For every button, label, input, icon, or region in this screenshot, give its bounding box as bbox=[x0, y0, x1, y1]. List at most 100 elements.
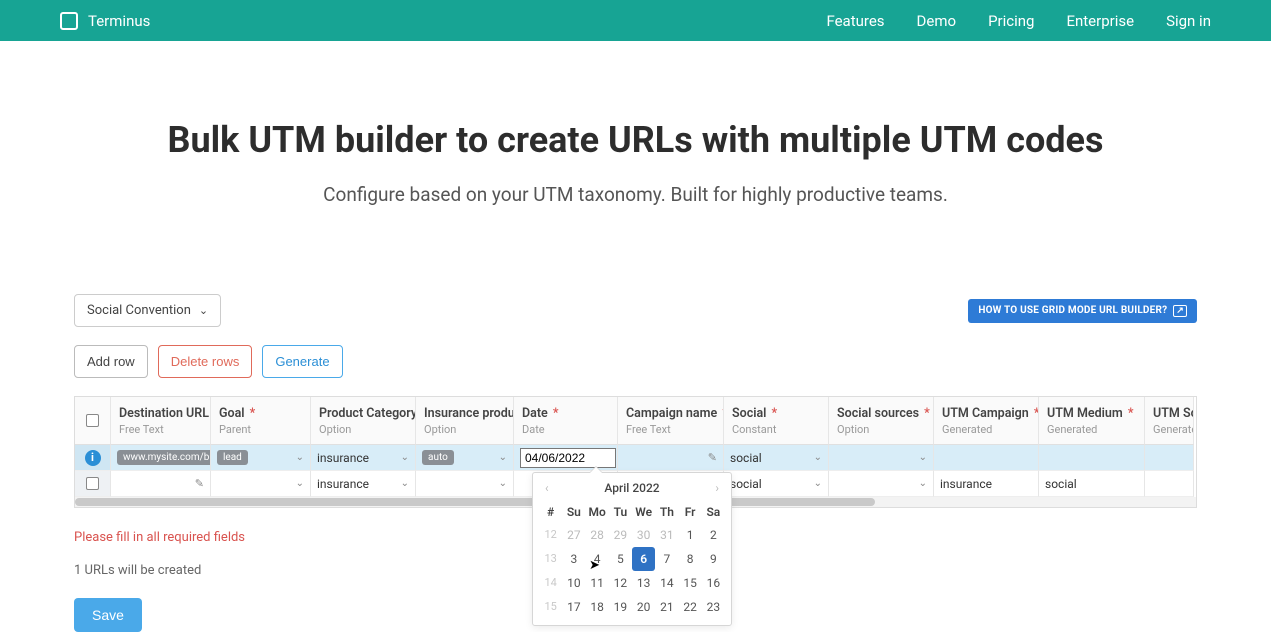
save-button[interactable]: Save bbox=[74, 598, 142, 632]
convention-label: Social Convention bbox=[87, 303, 191, 318]
external-link-icon: ↗ bbox=[1173, 305, 1187, 317]
brand-name: Terminus bbox=[88, 12, 150, 30]
dp-day[interactable]: 14 bbox=[655, 571, 678, 595]
chevron-down-icon: ⌄ bbox=[401, 452, 409, 463]
column-header: Social sources *Option bbox=[829, 397, 934, 445]
grid-cell[interactable]: insurance⌄ bbox=[311, 471, 416, 497]
grid-cell[interactable]: social⌄ bbox=[724, 445, 829, 471]
dp-day[interactable]: 18 bbox=[586, 595, 609, 619]
page-title: Bulk UTM builder to create URLs with mul… bbox=[0, 119, 1271, 161]
nav-link-enterprise[interactable]: Enterprise bbox=[1066, 12, 1134, 30]
dp-day[interactable]: 27 bbox=[562, 523, 585, 547]
scrollbar-thumb[interactable] bbox=[75, 498, 875, 506]
dp-day[interactable]: 19 bbox=[609, 595, 632, 619]
grid-cell[interactable]: insurance⌄ bbox=[311, 445, 416, 471]
brand-logo-icon bbox=[60, 12, 78, 30]
add-row-button[interactable]: Add row bbox=[74, 345, 148, 378]
dp-day[interactable]: 12 bbox=[609, 571, 632, 595]
chevron-down-icon: ⌄ bbox=[499, 478, 507, 489]
grid-cell[interactable]: ✎ bbox=[111, 471, 211, 497]
dp-day[interactable]: 15 bbox=[679, 571, 702, 595]
dp-day[interactable]: 23 bbox=[702, 595, 725, 619]
grid-cell[interactable]: ⌄ bbox=[829, 445, 934, 471]
chevron-down-icon: ⌄ bbox=[814, 478, 822, 489]
dp-dow: Su bbox=[562, 501, 585, 523]
builder-panel: Social Convention ⌄ HOW TO USE GRID MODE… bbox=[74, 294, 1197, 632]
dp-day[interactable]: 2 bbox=[702, 523, 725, 547]
dp-day[interactable]: 30 bbox=[632, 523, 655, 547]
dp-day[interactable]: 28 bbox=[586, 523, 609, 547]
grid-cell[interactable]: lead⌄ bbox=[211, 445, 311, 471]
dp-day[interactable]: 16 bbox=[702, 571, 725, 595]
grid-cell[interactable]: ⌄ bbox=[416, 471, 514, 497]
howto-link[interactable]: HOW TO USE GRID MODE URL BUILDER? ↗ bbox=[968, 299, 1197, 323]
grid-cell[interactable]: www.mysite.com/blog/ bbox=[111, 445, 211, 471]
datepicker-prev-icon[interactable]: ‹ bbox=[545, 481, 549, 495]
dp-day[interactable]: 8 bbox=[679, 547, 702, 571]
dp-day[interactable]: 4 bbox=[586, 547, 609, 571]
brand[interactable]: Terminus bbox=[60, 12, 150, 30]
chevron-down-icon: ⌄ bbox=[296, 452, 304, 463]
chevron-down-icon: ⌄ bbox=[919, 478, 927, 489]
dp-day[interactable]: 10 bbox=[562, 571, 585, 595]
chevron-down-icon: ⌄ bbox=[919, 452, 927, 463]
grid-cell[interactable]: auto⌄ bbox=[416, 445, 514, 471]
chevron-down-icon: ⌄ bbox=[296, 478, 304, 489]
grid-cell[interactable] bbox=[1145, 445, 1194, 471]
dp-day[interactable]: 13 bbox=[632, 571, 655, 595]
dp-dow: Mo bbox=[586, 501, 609, 523]
dp-day[interactable]: 31 bbox=[655, 523, 678, 547]
column-header: UTM Campaign *Generated bbox=[934, 397, 1039, 445]
grid-cell[interactable] bbox=[1039, 445, 1145, 471]
grid-cell[interactable] bbox=[1145, 471, 1194, 497]
date-input[interactable] bbox=[520, 448, 616, 468]
row-info-icon[interactable]: i bbox=[75, 445, 111, 471]
select-all-checkbox[interactable] bbox=[75, 397, 111, 445]
nav-link-demo[interactable]: Demo bbox=[917, 12, 957, 30]
nav-link-pricing[interactable]: Pricing bbox=[988, 12, 1034, 30]
howto-label: HOW TO USE GRID MODE URL BUILDER? bbox=[978, 305, 1167, 316]
url-chip: www.mysite.com/blog/ bbox=[117, 450, 211, 465]
nav-link-signin[interactable]: Sign in bbox=[1166, 12, 1211, 30]
column-header: Social *Constant bbox=[724, 397, 829, 445]
row-select-checkbox[interactable] bbox=[75, 471, 111, 497]
convention-dropdown[interactable]: Social Convention ⌄ bbox=[74, 294, 221, 327]
dp-dow: Sa bbox=[702, 501, 725, 523]
grid-cell[interactable]: social bbox=[1039, 471, 1145, 497]
dp-day[interactable]: 7 bbox=[655, 547, 678, 571]
grid-cell[interactable]: social⌄ bbox=[724, 471, 829, 497]
dp-day[interactable]: 21 bbox=[655, 595, 678, 619]
chevron-down-icon: ⌄ bbox=[499, 452, 507, 463]
chevron-down-icon: ⌄ bbox=[814, 452, 822, 463]
dp-day[interactable]: 3 bbox=[562, 547, 585, 571]
edit-pencil-icon: ✎ bbox=[708, 451, 717, 464]
dp-day[interactable]: 1 bbox=[679, 523, 702, 547]
column-header: Goal *Parent bbox=[211, 397, 311, 445]
nav-link-features[interactable]: Features bbox=[826, 12, 884, 30]
dp-day[interactable]: 17 bbox=[562, 595, 585, 619]
dp-day[interactable]: 11 bbox=[586, 571, 609, 595]
grid-cell[interactable]: insurance bbox=[934, 471, 1039, 497]
dp-day[interactable]: 29 bbox=[609, 523, 632, 547]
dp-week-number: 13 bbox=[539, 547, 562, 571]
dp-day[interactable]: 5 bbox=[609, 547, 632, 571]
dp-dow: Tu bbox=[609, 501, 632, 523]
datepicker-month[interactable]: April 2022 bbox=[604, 481, 659, 495]
generate-button[interactable]: Generate bbox=[262, 345, 342, 378]
dp-day[interactable]: 20 bbox=[632, 595, 655, 619]
grid-cell[interactable]: ✎ bbox=[618, 445, 724, 471]
dp-day[interactable]: 6 bbox=[632, 547, 655, 571]
delete-rows-button[interactable]: Delete rows bbox=[158, 345, 253, 378]
dp-dow: Th bbox=[655, 501, 678, 523]
dp-day[interactable]: 22 bbox=[679, 595, 702, 619]
datepicker-next-icon[interactable]: › bbox=[715, 481, 719, 495]
chevron-down-icon: ⌄ bbox=[401, 478, 409, 489]
grid-cell[interactable]: ⌄ bbox=[211, 471, 311, 497]
grid-cell[interactable]: ⌄ bbox=[829, 471, 934, 497]
column-header: Date *Date bbox=[514, 397, 618, 445]
grid-cell[interactable] bbox=[934, 445, 1039, 471]
top-navbar: Terminus Features Demo Pricing Enterpris… bbox=[0, 0, 1271, 41]
dp-day[interactable]: 9 bbox=[702, 547, 725, 571]
datepicker-popup: ‹ April 2022 › #SuMoTuWeThFrSa1227282930… bbox=[532, 472, 732, 626]
dp-week-col: # bbox=[539, 501, 562, 523]
